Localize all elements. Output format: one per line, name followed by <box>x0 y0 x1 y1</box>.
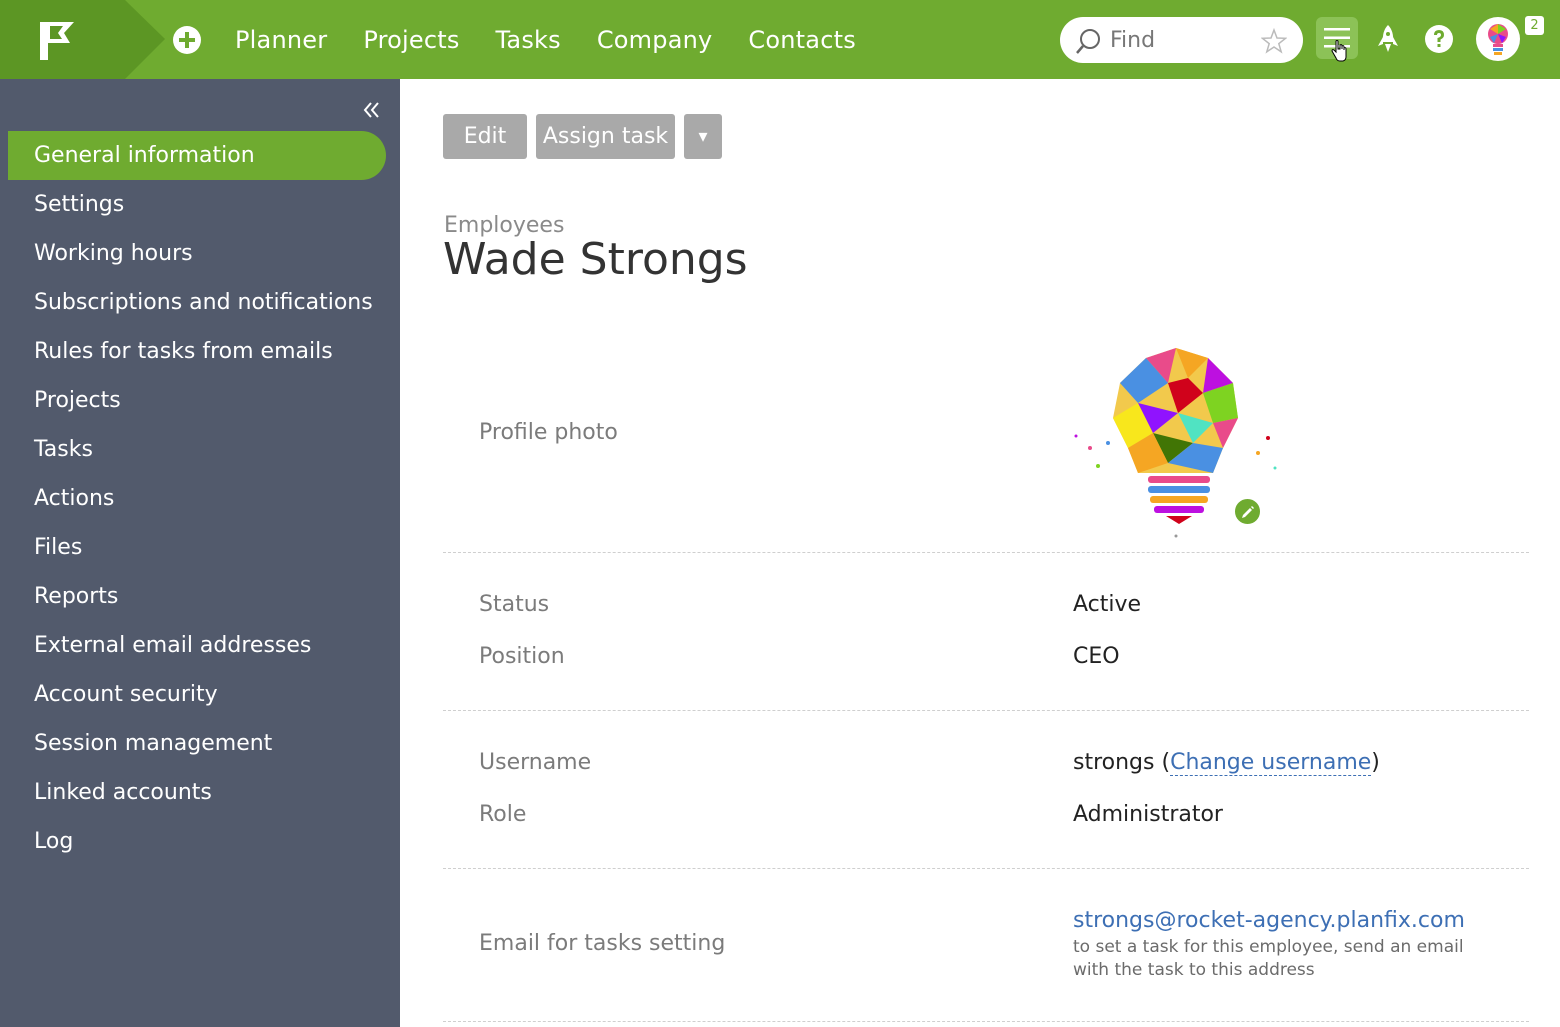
sidebar-item-rules-for-tasks[interactable]: Rules for tasks from emails <box>8 327 386 376</box>
email-label: Email for tasks setting <box>479 931 726 956</box>
top-navigation-bar: Planner Projects Tasks Company Contacts <box>0 0 1560 79</box>
sidebar-item-session-management[interactable]: Session management <box>8 719 386 768</box>
sidebar-item-general-information[interactable]: General information <box>8 131 386 180</box>
sidebar-item-linked-accounts[interactable]: Linked accounts <box>8 768 386 817</box>
search-icon <box>1076 29 1100 54</box>
sidebar-item-settings[interactable]: Settings <box>8 180 386 229</box>
status-value: Active <box>1073 592 1142 617</box>
nav-contacts[interactable]: Contacts <box>748 26 855 54</box>
sidebar-item-actions[interactable]: Actions <box>8 474 386 523</box>
notification-badge[interactable]: 2 <box>1525 16 1544 35</box>
sidebar-item-reports[interactable]: Reports <box>8 572 386 621</box>
edit-photo-button[interactable] <box>1233 497 1262 526</box>
paren-close: ) <box>1371 750 1380 775</box>
logo[interactable] <box>0 0 165 79</box>
question-circle-icon[interactable] <box>1424 24 1454 54</box>
sidebar-item-account-security[interactable]: Account security <box>8 670 386 719</box>
main-nav: Planner Projects Tasks Company Contacts <box>235 0 892 79</box>
sidebar: General information Settings Working hou… <box>0 79 400 1027</box>
divider <box>443 552 1529 553</box>
search-box <box>1060 17 1303 63</box>
sidebar-item-working-hours[interactable]: Working hours <box>8 229 386 278</box>
edit-button[interactable]: Edit <box>443 114 527 159</box>
email-hint: to set a task for this employee, send an… <box>1073 937 1464 980</box>
star-icon[interactable] <box>1261 28 1287 54</box>
nav-planner[interactable]: Planner <box>235 26 327 54</box>
divider <box>443 868 1529 869</box>
task-email-link[interactable]: strongs@rocket-agency.planfix.com <box>1073 908 1465 933</box>
username-value: strongs (Change username) <box>1073 750 1380 776</box>
status-label: Status <box>479 592 550 617</box>
profile-photo-label: Profile photo <box>479 420 618 445</box>
sidebar-item-tasks[interactable]: Tasks <box>8 425 386 474</box>
role-value: Administrator <box>1073 802 1223 827</box>
hand-cursor-icon <box>1331 40 1347 62</box>
user-avatar[interactable] <box>1476 17 1520 61</box>
search-input[interactable] <box>1110 25 1260 55</box>
username-text: strongs <box>1073 750 1155 775</box>
plus-circle-icon <box>173 26 201 54</box>
double-chevron-left-icon[interactable] <box>362 101 382 119</box>
more-actions-dropdown[interactable]: ▾ <box>684 114 722 159</box>
change-username-link[interactable]: Change username <box>1170 750 1372 776</box>
lightbulb-avatar-icon <box>1488 24 1508 55</box>
sidebar-item-files[interactable]: Files <box>8 523 386 572</box>
pencil-icon <box>1242 506 1254 518</box>
flag-logo-icon <box>0 0 165 79</box>
sidebar-item-external-emails[interactable]: External email addresses <box>8 621 386 670</box>
nav-company[interactable]: Company <box>597 26 713 54</box>
paren-open: ( <box>1161 750 1171 775</box>
sidebar-menu: General information Settings Working hou… <box>8 131 386 866</box>
sidebar-item-subscriptions[interactable]: Subscriptions and notifications <box>8 278 386 327</box>
page-title: Wade Strongs <box>443 234 748 285</box>
sidebar-item-log[interactable]: Log <box>8 817 386 866</box>
position-value: CEO <box>1073 644 1120 669</box>
rocket-icon[interactable] <box>1376 24 1400 54</box>
username-label: Username <box>479 750 592 775</box>
sidebar-item-projects[interactable]: Projects <box>8 376 386 425</box>
email-value: strongs@rocket-agency.planfix.com <box>1073 908 1465 933</box>
role-label: Role <box>479 802 527 827</box>
nav-tasks[interactable]: Tasks <box>496 26 561 54</box>
position-label: Position <box>479 644 565 669</box>
nav-projects[interactable]: Projects <box>363 26 459 54</box>
divider <box>443 1021 1529 1022</box>
assign-task-button[interactable]: Assign task <box>536 114 675 159</box>
divider <box>443 710 1529 711</box>
add-button[interactable] <box>172 25 202 55</box>
